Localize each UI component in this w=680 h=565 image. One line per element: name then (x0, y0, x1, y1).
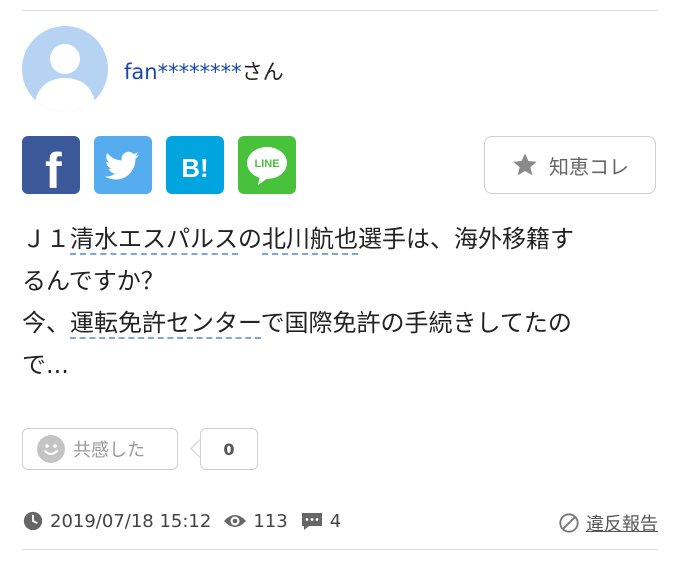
question-text-segment: 選手は、海外移籍す (358, 225, 574, 253)
post-datetime: 2019/07/18 15:12 (50, 510, 212, 532)
question-text-line: るんですか？ (22, 267, 165, 295)
keyword-link-license-center[interactable]: 運転免許センター (70, 309, 261, 339)
chie-colle-label: 知恵コレ (549, 154, 629, 179)
report-label[interactable]: 違反報告 (586, 510, 658, 536)
prohibited-icon (559, 513, 579, 533)
question-text-segment: の (238, 225, 262, 253)
username[interactable]: fan********さん (124, 56, 284, 86)
question-text-segment: 今、 (22, 309, 70, 337)
username-suffix: さん (241, 60, 284, 84)
chie-colle-button[interactable]: 知恵コレ (484, 136, 656, 194)
avatar[interactable] (22, 26, 108, 112)
report-link[interactable]: 違反報告 (558, 510, 658, 536)
facebook-glyph: f (45, 143, 62, 194)
meta-answers: 4 (300, 510, 341, 532)
facebook-share-button[interactable]: f (22, 136, 80, 194)
bottom-divider (22, 549, 658, 550)
twitter-share-button[interactable] (94, 136, 152, 194)
eye-icon (224, 515, 247, 527)
user-silhouette-icon (34, 44, 96, 112)
empathy-count: 0 (200, 428, 258, 470)
empathy-button[interactable]: 共感した (22, 428, 178, 470)
facebook-icon: f (45, 143, 62, 194)
star-icon (513, 153, 537, 176)
question-meta: 2019/07/18 15:12 113 4 (22, 510, 353, 532)
top-divider (22, 10, 658, 11)
line-share-button[interactable]: LINE (238, 136, 296, 194)
speech-bubble-icon (301, 513, 322, 530)
question-text-segment: で国際免許の手続きしてたの (260, 309, 572, 337)
question-text[interactable]: Ｊ１清水エスパルスの北川航也選手は、海外移籍す るんですか？ 今、運転免許センタ… (22, 218, 662, 386)
smile-icon (37, 435, 65, 463)
hatena-label: B! (181, 153, 208, 183)
line-label: LINE (254, 158, 279, 170)
question-text-line: で... (22, 351, 69, 379)
meta-views: 113 (223, 510, 288, 532)
hatena-icon: B! (181, 153, 208, 183)
answer-count: 4 (329, 510, 342, 532)
hatena-bookmark-button[interactable]: B! (166, 136, 224, 194)
username-name[interactable]: fan******** (124, 60, 242, 84)
twitter-bird-icon (104, 151, 139, 180)
empathy-label: 共感した (73, 440, 145, 461)
clock-icon (23, 511, 43, 531)
keyword-link-shimizu[interactable]: 清水エスパルス (70, 225, 238, 255)
question-text-segment: Ｊ１ (22, 225, 70, 253)
view-count: 113 (253, 510, 288, 532)
keyword-link-kitagawa[interactable]: 北川航也 (262, 225, 358, 255)
line-icon: LINE (247, 147, 287, 185)
meta-datetime: 2019/07/18 15:12 (22, 510, 211, 532)
